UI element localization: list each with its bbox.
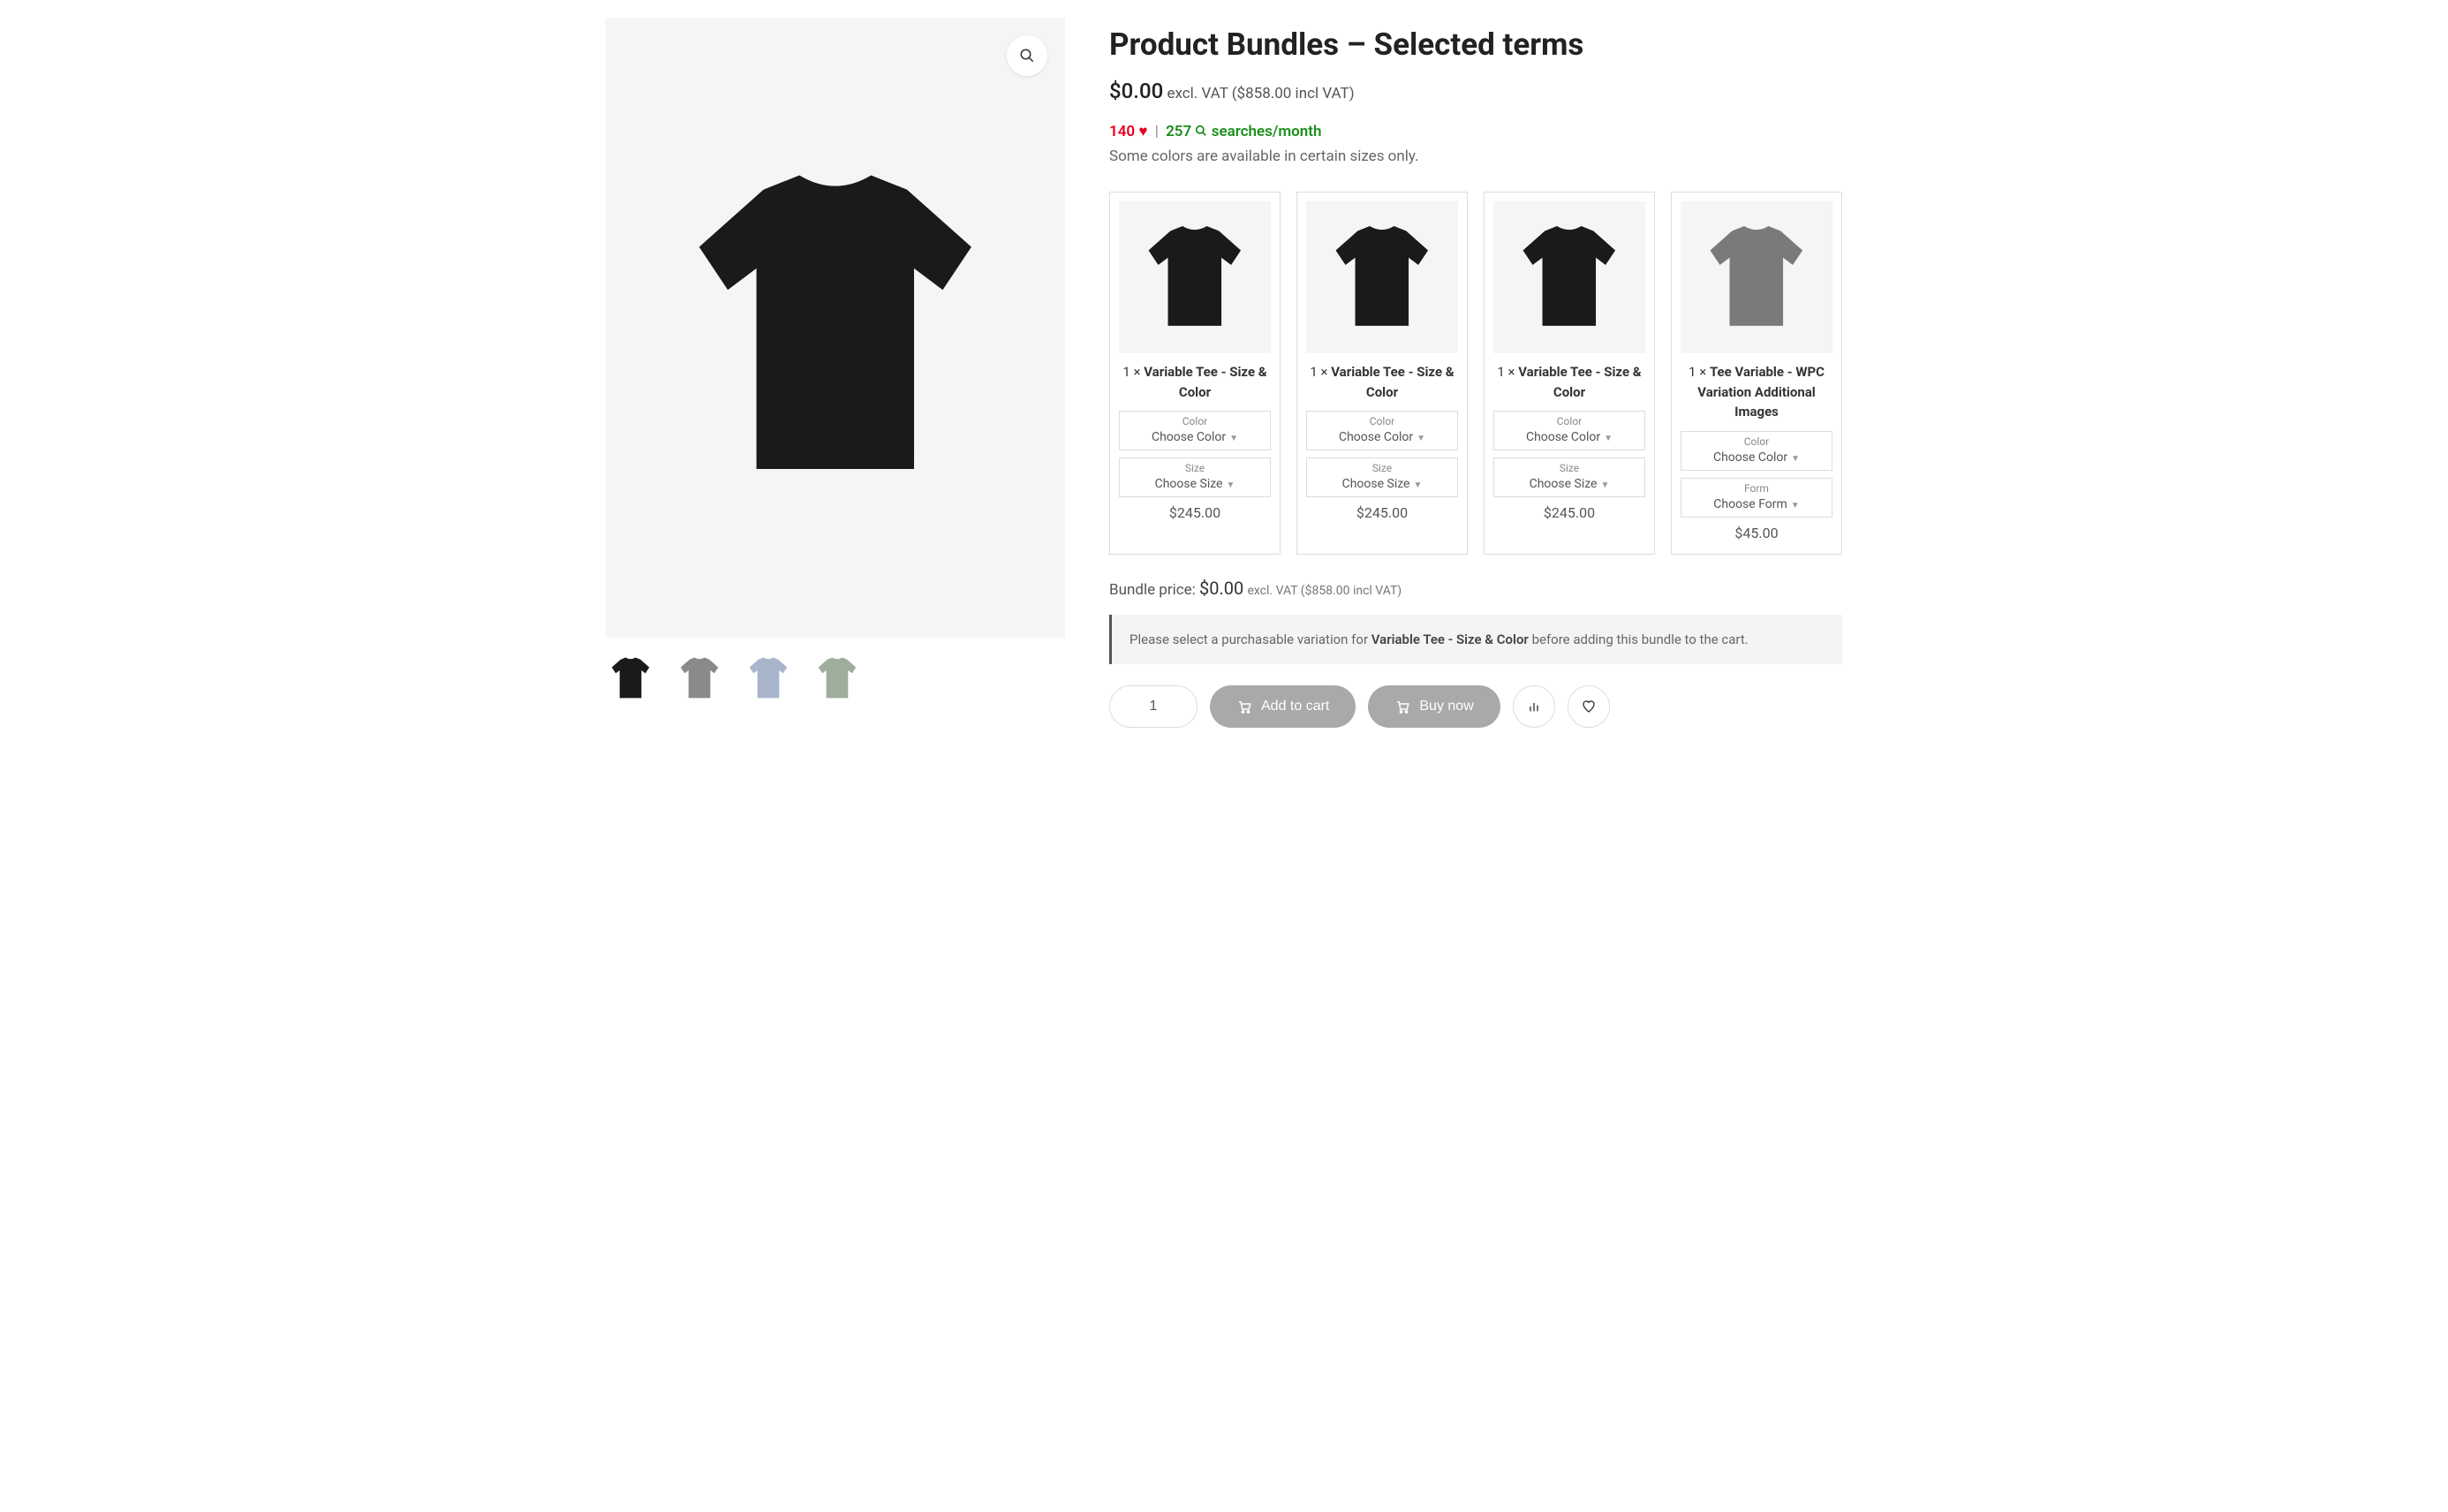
bundle-total-amount: $0.00 [1199, 578, 1243, 599]
product-image [656, 147, 1015, 509]
price-suffix: excl. VAT ($858.00 incl VAT) [1167, 85, 1354, 102]
variation-label: Form [1681, 482, 1832, 495]
magnify-icon [1019, 48, 1035, 64]
product-description: Some colors are available in certain siz… [1109, 147, 1842, 165]
bundle-item-price: $245.00 [1493, 504, 1645, 521]
notice-product: Variable Tee - Size & Color [1371, 631, 1529, 647]
caret-down-icon: ▼ [1600, 480, 1609, 490]
caret-down-icon: ▼ [1791, 454, 1800, 464]
heart-icon [1582, 699, 1596, 714]
bundle-item: 1 × Variable Tee - Size & Color Color Ch… [1296, 192, 1468, 555]
caret-down-icon: ▼ [1229, 434, 1238, 443]
variation-select-color[interactable]: Color Choose Color▼ [1119, 411, 1271, 450]
bundle-grid: 1 × Variable Tee - Size & Color Color Ch… [1109, 192, 1842, 555]
variation-value: Choose Color [1152, 430, 1226, 444]
wishlist-button[interactable] [1568, 685, 1610, 728]
search-icon [1195, 125, 1207, 137]
caret-down-icon: ▼ [1226, 480, 1235, 490]
variation-select-form[interactable]: Form Choose Form ▼ [1681, 478, 1832, 518]
compare-button[interactable] [1513, 685, 1555, 728]
bundle-item-image[interactable] [1681, 201, 1832, 353]
variation-value: Choose Color [1526, 430, 1600, 444]
stats-line: 140 ♥ | 257 searches/month [1109, 123, 1842, 140]
thumbnail[interactable] [606, 654, 655, 703]
zoom-button[interactable] [1007, 35, 1047, 76]
caret-down-icon: ▼ [1417, 434, 1425, 443]
variation-label: Color [1120, 415, 1270, 427]
variation-select-size[interactable]: Size Choose Size▼ [1306, 457, 1458, 497]
variation-label: Size [1307, 462, 1457, 474]
variation-value: Choose Color [1713, 450, 1787, 465]
price-line: $0.00 excl. VAT ($858.00 incl VAT) [1109, 79, 1842, 103]
bundle-item-price: $245.00 [1119, 504, 1271, 521]
bundle-item: 1 × Tee Variable - WPC Variation Additio… [1671, 192, 1842, 555]
bundle-item-image[interactable] [1493, 201, 1645, 353]
variation-select-size[interactable]: Size Choose Size▼ [1119, 457, 1271, 497]
variation-label: Size [1120, 462, 1270, 474]
notice-suffix: before adding this bundle to the cart. [1529, 631, 1749, 647]
variation-select-color[interactable]: Color Choose Color ▼ [1306, 411, 1458, 450]
quantity-input[interactable] [1109, 685, 1198, 728]
bundle-item-price: $45.00 [1681, 525, 1832, 541]
caret-down-icon: ▼ [1413, 480, 1422, 490]
bundle-item-image[interactable] [1306, 201, 1458, 353]
caret-down-icon: ▼ [1791, 501, 1800, 510]
variation-label: Color [1307, 415, 1457, 427]
variation-select-color[interactable]: Color Choose Color ▼ [1681, 431, 1832, 471]
actions-row: Add to cart Buy now [1109, 685, 1842, 728]
add-to-cart-button[interactable]: Add to cart [1210, 685, 1356, 728]
variation-select-size[interactable]: Size Choose Size▼ [1493, 457, 1645, 497]
thumbnail[interactable] [675, 654, 724, 703]
bundle-item-title: 1 × Variable Tee - Size & Color [1493, 362, 1645, 402]
variation-value: Choose Form [1713, 497, 1787, 511]
heart-icon: ♥ [1138, 123, 1147, 140]
searches-count: 257 [1166, 123, 1191, 140]
product-main-image[interactable] [606, 18, 1065, 638]
bundle-total: Bundle price: $0.00 excl. VAT ($858.00 i… [1109, 578, 1842, 599]
variation-value: Choose Size [1155, 477, 1223, 491]
bundle-total-label: Bundle price: [1109, 581, 1196, 599]
thumbnail[interactable] [744, 654, 793, 703]
variation-label: Color [1494, 415, 1644, 427]
buy-now-button[interactable]: Buy now [1368, 685, 1500, 728]
thumbnail[interactable] [812, 654, 862, 703]
variation-label: Size [1494, 462, 1644, 474]
price-amount: $0.00 [1109, 79, 1163, 103]
cart-icon [1236, 699, 1252, 714]
bundle-item: 1 × Variable Tee - Size & Color Color Ch… [1109, 192, 1281, 555]
bundle-total-suffix: excl. VAT ($858.00 incl VAT) [1247, 584, 1402, 598]
bundle-item-price: $245.00 [1306, 504, 1458, 521]
variation-value: Choose Color [1339, 430, 1413, 444]
bundle-item-title: 1 × Tee Variable - WPC Variation Additio… [1681, 362, 1832, 422]
likes-count: 140 [1109, 123, 1135, 140]
searches-label: searches/month [1212, 123, 1322, 140]
variation-value: Choose Size [1530, 477, 1598, 491]
notice-prefix: Please select a purchasable variation fo… [1130, 631, 1371, 647]
variation-label: Color [1681, 435, 1832, 448]
bundle-item-title: 1 × Variable Tee - Size & Color [1306, 362, 1458, 402]
thumbnail-list [606, 654, 1065, 703]
buy-now-label: Buy now [1419, 699, 1473, 714]
bundle-item-title: 1 × Variable Tee - Size & Color [1119, 362, 1271, 402]
caret-down-icon: ▼ [1604, 434, 1613, 443]
product-title: Product Bundles – Selected terms [1109, 26, 1842, 63]
variation-value: Choose Size [1342, 477, 1410, 491]
variation-select-color[interactable]: Color Choose Color ▼ [1493, 411, 1645, 450]
cart-icon [1394, 699, 1410, 714]
bundle-item: 1 × Variable Tee - Size & Color Color Ch… [1484, 192, 1655, 555]
bundle-item-image[interactable] [1119, 201, 1271, 353]
variation-notice: Please select a purchasable variation fo… [1109, 615, 1842, 664]
add-to-cart-label: Add to cart [1261, 699, 1329, 714]
bar-chart-icon [1527, 699, 1541, 714]
